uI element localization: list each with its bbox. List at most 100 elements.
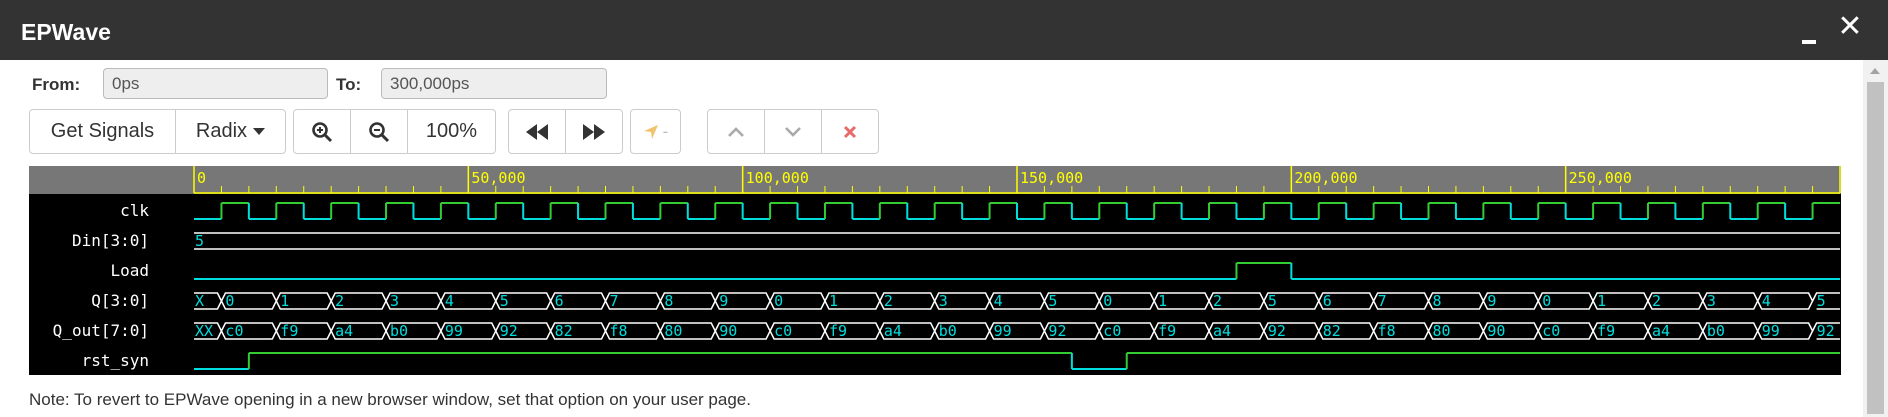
bus-value: f9	[1597, 322, 1615, 340]
bus-value: 4	[1762, 292, 1771, 310]
bus-value: 0	[225, 292, 234, 310]
close-button[interactable]: ✕	[1836, 12, 1864, 42]
bus-value: 5	[1048, 292, 1057, 310]
bus-value: 2	[1652, 292, 1661, 310]
signal-name-rst_syn[interactable]: rst_syn	[82, 351, 149, 370]
zoom-out-button[interactable]	[350, 109, 408, 154]
bus-value: 3	[390, 292, 399, 310]
previous-edge-button[interactable]	[508, 109, 566, 154]
bus-value: 92	[1268, 322, 1286, 340]
ruler-label: 50,000	[471, 169, 525, 187]
bus-value: 80	[1433, 322, 1451, 340]
bus-value: a4	[1213, 322, 1231, 340]
bus-value: b0	[390, 322, 408, 340]
bus-value: 0	[1103, 292, 1112, 310]
signal-name-load[interactable]: Load	[110, 261, 149, 280]
bus-value: 9	[1487, 292, 1496, 310]
bus-segment	[194, 232, 1840, 250]
bus-value: f8	[1378, 322, 1396, 340]
bus-value: 4	[445, 292, 454, 310]
bus-value: 5	[1268, 292, 1277, 310]
scroll-up-icon[interactable]	[1870, 68, 1880, 74]
to-input[interactable]	[381, 68, 607, 99]
bus-value: 0	[1542, 292, 1551, 310]
forward-icon	[583, 123, 605, 140]
signals-button-group: Get Signals Radix	[29, 109, 286, 154]
move-up-button[interactable]	[707, 109, 765, 154]
bus-value: 1	[1597, 292, 1606, 310]
bus-value: 1	[280, 292, 289, 310]
marker-value: -	[662, 121, 669, 141]
bus-value: 0	[774, 292, 783, 310]
bus-value: 90	[1487, 322, 1505, 340]
caret-down-icon	[253, 128, 266, 135]
bus-value: 3	[939, 292, 948, 310]
window-titlebar: EPWave ✕	[0, 0, 1888, 60]
marker-button[interactable]: -	[630, 109, 681, 154]
zoom-out-icon	[369, 121, 390, 142]
bus-value: 9	[719, 292, 728, 310]
signal-name-clk[interactable]: clk	[120, 201, 149, 220]
bus-value: X	[195, 292, 204, 310]
ruler-label: 250,000	[1569, 169, 1632, 187]
bus-value: a4	[884, 322, 902, 340]
zoom-button-group: 100%	[293, 109, 496, 154]
waveform-panel[interactable]: 0 50,000 100,000 150,000 200,000 250,000 clk Di…	[29, 166, 1841, 375]
radix-label: Radix	[195, 120, 248, 142]
bus-value: 3	[1707, 292, 1716, 310]
ruler-label: 150,000	[1020, 169, 1083, 187]
bus-value: 90	[719, 322, 737, 340]
bus-value: 82	[555, 322, 573, 340]
bus-value: 6	[1323, 292, 1332, 310]
get-signals-button[interactable]: Get Signals	[29, 109, 176, 154]
bus-value: f9	[280, 322, 298, 340]
bus-value: b0	[1707, 322, 1725, 340]
bus-value: 5	[500, 292, 509, 310]
marker-button-group: -	[630, 109, 681, 154]
bus-value: 92	[1048, 322, 1066, 340]
waveform-canvas[interactable]: 0 50,000 100,000 150,000 200,000 250,000 clk Di…	[29, 166, 1841, 375]
location-arrow-icon	[643, 124, 658, 139]
signal-order-button-group	[707, 109, 879, 154]
ruler-label: 200,000	[1294, 169, 1357, 187]
bus-value: b0	[939, 322, 957, 340]
bus-value: c0	[1103, 322, 1121, 340]
remove-signal-button[interactable]	[821, 109, 879, 154]
bus-value: 5	[195, 232, 204, 250]
to-label: To:	[336, 75, 362, 94]
bus-value: a4	[335, 322, 353, 340]
vertical-scrollbar[interactable]	[1863, 60, 1888, 417]
signal-name-q30[interactable]: Q[3:0]	[91, 291, 149, 310]
bus-value: 7	[610, 292, 619, 310]
bus-value: XX	[195, 322, 213, 340]
bus-value: 92	[500, 322, 518, 340]
bus-value: c0	[1542, 322, 1560, 340]
zoom-in-icon	[312, 121, 333, 142]
bus-value: f8	[610, 322, 628, 340]
ruler-label: 0	[197, 169, 206, 187]
minimize-icon	[1802, 40, 1816, 44]
move-down-button[interactable]	[764, 109, 822, 154]
next-edge-button[interactable]	[565, 109, 623, 154]
bus-value: f9	[1158, 322, 1176, 340]
remove-icon	[843, 125, 857, 138]
close-icon: ✕	[1837, 10, 1863, 43]
ruler-label: 100,000	[746, 169, 809, 187]
bus-value: 7	[1378, 292, 1387, 310]
minimize-button[interactable]	[1799, 14, 1821, 44]
bus-value: c0	[774, 322, 792, 340]
signal-name-q_out70[interactable]: Q_out[7:0]	[53, 321, 149, 340]
zoom-in-button[interactable]	[293, 109, 351, 154]
radix-button[interactable]: Radix	[175, 109, 286, 154]
signal-name-din30[interactable]: Din[3:0]	[72, 231, 149, 250]
zoom-level-button[interactable]: 100%	[407, 109, 496, 154]
bus-value: 80	[664, 322, 682, 340]
bus-value: 99	[1762, 322, 1780, 340]
bus-value: 4	[994, 292, 1003, 310]
bus-value: 2	[1213, 292, 1222, 310]
bus-value: 2	[884, 292, 893, 310]
from-input[interactable]	[103, 68, 328, 99]
note-text: Note: To revert to EPWave opening in a n…	[29, 390, 751, 409]
bus-value: 92	[1817, 322, 1835, 340]
scrollbar-thumb[interactable]	[1867, 82, 1884, 414]
